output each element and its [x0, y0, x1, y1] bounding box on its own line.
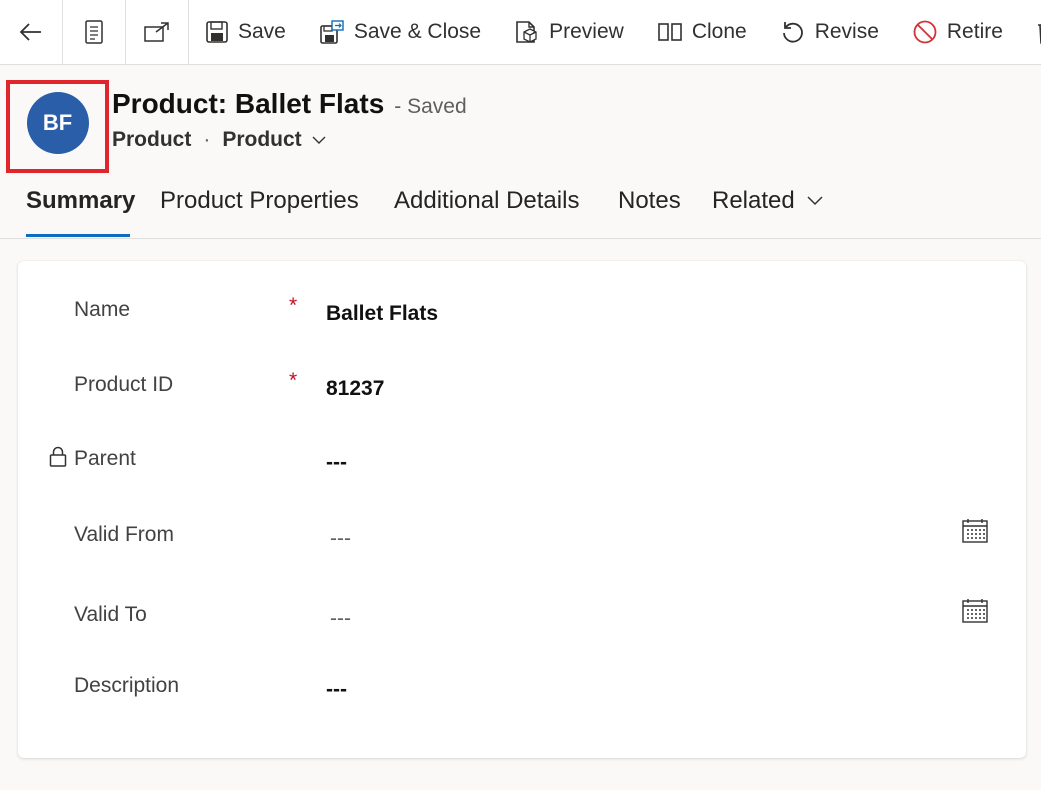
- save-icon: [206, 21, 228, 43]
- clone-label: Clone: [691, 20, 747, 43]
- avatar-highlight-box: BF: [6, 80, 109, 173]
- save-button[interactable]: Save: [189, 0, 303, 64]
- required-marker: *: [289, 294, 298, 317]
- description-input[interactable]: ---: [326, 678, 347, 702]
- back-arrow-icon: [19, 23, 41, 41]
- open-new-window-button[interactable]: [126, 0, 189, 64]
- chevron-down-icon: [312, 136, 326, 144]
- save-close-label: Save & Close: [353, 20, 482, 43]
- clone-button[interactable]: Clone: [641, 0, 764, 64]
- avatar-initials: BF: [42, 109, 73, 135]
- save-close-icon: [320, 20, 344, 44]
- calendar-icon[interactable]: [962, 599, 988, 623]
- clone-icon: [658, 23, 682, 41]
- field-label: Valid From: [74, 523, 174, 546]
- field-name: Name * Ballet Flats: [18, 294, 1026, 338]
- save-status: - Saved: [394, 95, 467, 118]
- field-label: Valid To: [74, 603, 147, 626]
- retire-label: Retire: [946, 20, 1003, 43]
- required-marker: *: [289, 369, 298, 392]
- save-label: Save: [238, 20, 286, 43]
- parent-value: ---: [326, 451, 347, 474]
- subtitle-separator: ·: [203, 128, 211, 151]
- pop-out-icon: [144, 22, 169, 42]
- record-subtitle: Product · Product: [112, 128, 326, 152]
- tab-label: Related: [712, 187, 795, 214]
- revise-icon: [782, 22, 803, 43]
- valid-to-input[interactable]: ---: [330, 607, 351, 631]
- tab-additional-details[interactable]: Additional Details: [394, 187, 579, 215]
- page-title: Product: Ballet Flats: [112, 88, 385, 119]
- form-view-button[interactable]: [63, 0, 126, 64]
- back-button[interactable]: [0, 0, 63, 64]
- field-label: Description: [74, 674, 180, 697]
- entity-name: Product: [112, 128, 192, 151]
- form-name: Product: [222, 128, 302, 151]
- summary-section: Name * Ballet Flats Product ID * 81237 P…: [18, 261, 1026, 758]
- tab-product-properties[interactable]: Product Properties: [160, 187, 359, 215]
- field-description: Description ---: [18, 674, 1026, 714]
- tab-related[interactable]: Related: [712, 187, 823, 215]
- trash-icon: [1037, 24, 1041, 44]
- field-parent: Parent ---: [18, 446, 1026, 487]
- field-product-id: Product ID * 81237: [18, 369, 1026, 413]
- name-input[interactable]: Ballet Flats: [326, 302, 438, 326]
- tab-summary[interactable]: Summary: [26, 187, 135, 215]
- calendar-icon[interactable]: [962, 519, 988, 543]
- valid-from-input[interactable]: ---: [330, 527, 351, 551]
- tab-notes[interactable]: Notes: [618, 187, 681, 215]
- tab-label: Product Properties: [160, 187, 359, 214]
- revise-button[interactable]: Revise: [764, 0, 896, 64]
- preview-button[interactable]: Preview: [498, 0, 641, 64]
- tab-label: Additional Details: [394, 187, 580, 214]
- field-valid-to: Valid To ---: [18, 599, 1026, 643]
- active-tab-indicator: [26, 234, 130, 237]
- delete-button[interactable]: [1020, 0, 1041, 64]
- revise-label: Revise: [814, 20, 879, 43]
- product-id-input[interactable]: 81237: [326, 377, 384, 401]
- chevron-down-icon: [807, 196, 823, 206]
- tab-bar: Summary Product Properties Additional De…: [0, 175, 1041, 239]
- field-label: Product ID: [74, 373, 174, 396]
- preview-label: Preview: [549, 20, 624, 43]
- tab-label: Summary: [26, 187, 136, 214]
- save-and-close-button[interactable]: Save & Close: [303, 0, 498, 64]
- form-selector[interactable]: Product: [222, 128, 326, 152]
- field-label: Parent: [74, 447, 136, 470]
- tab-label: Notes: [618, 187, 681, 214]
- field-valid-from: Valid From ---: [18, 519, 1026, 563]
- retire-icon: [913, 20, 937, 44]
- record-title-row: Product: Ballet Flats - Saved: [112, 88, 467, 120]
- avatar[interactable]: BF: [26, 91, 89, 154]
- command-bar: Save Save & Close Preview Clone Revise R…: [0, 0, 1041, 65]
- field-label: Name: [74, 298, 131, 321]
- lock-icon: [49, 446, 67, 467]
- document-icon: [85, 20, 103, 44]
- retire-button[interactable]: Retire: [896, 0, 1020, 64]
- preview-icon: [516, 21, 537, 43]
